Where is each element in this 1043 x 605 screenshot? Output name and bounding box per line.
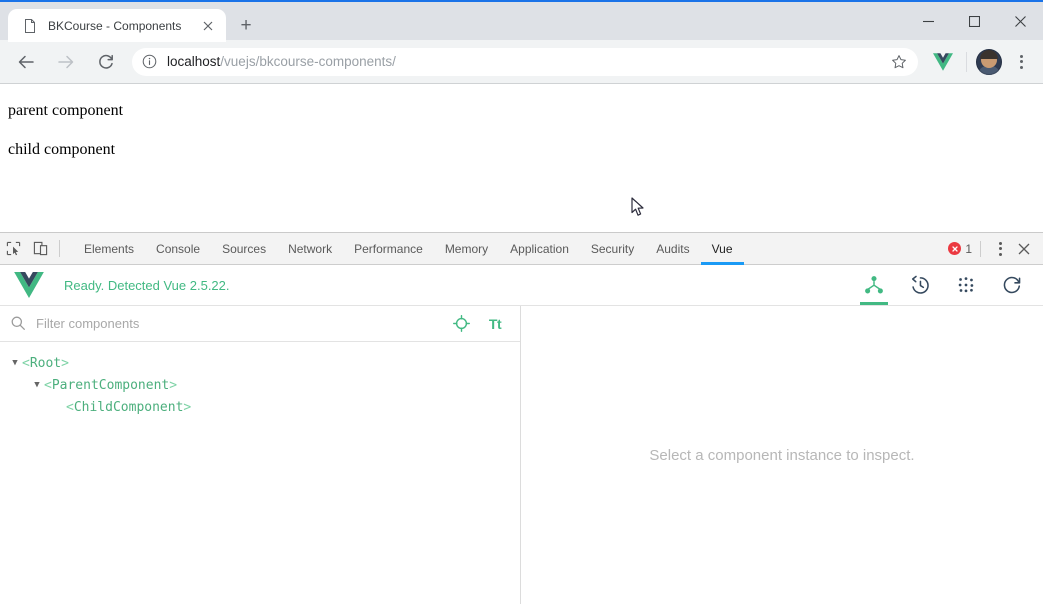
devtools-tabs: Elements Console Sources Network Perform… bbox=[73, 233, 744, 265]
error-badge[interactable]: 1 bbox=[948, 242, 972, 256]
component-tree[interactable]: ▼ <Root> ▼ <ParentComponent> ▼ <ChildCom… bbox=[0, 342, 520, 604]
chevron-down-icon[interactable]: ▼ bbox=[30, 380, 44, 390]
error-count: 1 bbox=[965, 241, 972, 256]
tree-node-root[interactable]: ▼ <Root> bbox=[0, 352, 520, 374]
maximize-icon[interactable] bbox=[951, 2, 997, 40]
device-toolbar-icon[interactable] bbox=[27, 233, 54, 264]
back-arrow-icon[interactable] bbox=[11, 47, 41, 77]
tab-close-icon[interactable] bbox=[198, 16, 218, 36]
tree-node-parentcomponent[interactable]: ▼ <ParentComponent> bbox=[0, 374, 520, 396]
component-inspector-pane: Select a component instance to inspect. bbox=[521, 306, 1043, 604]
vue-body: Tt ▼ <Root> ▼ <ParentComponent> ▼ bbox=[0, 306, 1043, 604]
page-text-parent: parent component bbox=[8, 102, 124, 119]
toolbar-divider bbox=[966, 51, 967, 72]
window-controls bbox=[905, 2, 1043, 40]
page-icon bbox=[22, 18, 38, 34]
component-tree-pane: Tt ▼ <Root> ▼ <ParentComponent> ▼ bbox=[0, 306, 521, 604]
text-format-icon[interactable]: Tt bbox=[482, 311, 508, 337]
devtools-tab-security[interactable]: Security bbox=[580, 233, 645, 264]
vue-extension-icon[interactable] bbox=[929, 48, 957, 76]
tab-strip: BKCourse - Components + bbox=[0, 2, 260, 42]
devtools-tab-sources[interactable]: Sources bbox=[211, 233, 277, 264]
browser-titlebar: BKCourse - Components + bbox=[0, 0, 1043, 42]
vue-devtools-panel: Ready. Detected Vue 2.5.22. Filter compo… bbox=[0, 265, 1043, 604]
info-circle-icon[interactable] bbox=[142, 54, 158, 70]
component-filter-input[interactable] bbox=[36, 316, 440, 331]
tree-node-label: <Root> bbox=[22, 355, 69, 371]
devtools-tab-audits[interactable]: Audits bbox=[645, 233, 700, 264]
inspector-empty-message: Select a component instance to inspect. bbox=[649, 447, 915, 464]
minimize-icon[interactable] bbox=[905, 2, 951, 40]
events-history-icon[interactable] bbox=[903, 265, 937, 305]
browser-tab[interactable]: BKCourse - Components bbox=[8, 9, 226, 42]
vue-action-bar bbox=[857, 265, 1029, 305]
component-filter-bar: Tt bbox=[0, 306, 520, 342]
star-icon[interactable] bbox=[886, 49, 912, 75]
devtools-tab-elements[interactable]: Elements bbox=[73, 233, 145, 264]
tree-node-label: <ParentComponent> bbox=[44, 377, 178, 393]
devtools-tab-console[interactable]: Console bbox=[145, 233, 211, 264]
browser-window: BKCourse - Components + localhost/vuejs/… bbox=[0, 0, 1043, 605]
inspect-element-icon[interactable] bbox=[0, 233, 27, 264]
browser-toolbar: localhost/vuejs/bkcourse-components/ bbox=[0, 40, 1043, 84]
devtools-close-icon[interactable] bbox=[1011, 243, 1037, 255]
window-close-icon[interactable] bbox=[997, 2, 1043, 40]
url-host: localhost bbox=[167, 54, 221, 69]
tab-title: BKCourse - Components bbox=[48, 18, 182, 33]
chevron-down-icon[interactable]: ▼ bbox=[8, 358, 22, 368]
devtools-right-divider bbox=[980, 240, 981, 257]
page-text-child: child component bbox=[8, 140, 116, 158]
devtools-tab-network[interactable]: Network bbox=[277, 233, 343, 264]
target-select-icon[interactable] bbox=[448, 311, 474, 337]
devtools-menu-icon[interactable] bbox=[989, 241, 1011, 256]
search-icon bbox=[10, 315, 27, 332]
devtools-tab-vue[interactable]: Vue bbox=[700, 233, 744, 265]
vue-logo bbox=[14, 272, 44, 298]
tree-node-childcomponent[interactable]: ▼ <ChildComponent> bbox=[0, 396, 520, 418]
devtools-tabbar-right: 1 bbox=[948, 233, 1043, 264]
devtools-tab-performance[interactable]: Performance bbox=[343, 233, 434, 264]
components-tab-icon[interactable] bbox=[857, 265, 891, 305]
vue-header: Ready. Detected Vue 2.5.22. bbox=[0, 265, 1043, 306]
mouse-pointer bbox=[631, 197, 645, 222]
forward-arrow-icon[interactable] bbox=[51, 47, 81, 77]
address-bar[interactable]: localhost/vuejs/bkcourse-components/ bbox=[132, 47, 918, 76]
devtools-toolbar-divider bbox=[59, 240, 60, 257]
url-text: localhost/vuejs/bkcourse-components/ bbox=[167, 54, 886, 69]
devtools-panel: Elements Console Sources Network Perform… bbox=[0, 232, 1043, 604]
vue-status-text: Ready. Detected Vue 2.5.22. bbox=[64, 277, 230, 293]
devtools-tab-memory[interactable]: Memory bbox=[434, 233, 499, 264]
url-path: /vuejs/bkcourse-components/ bbox=[220, 54, 396, 69]
refresh-icon[interactable] bbox=[995, 265, 1029, 305]
vuex-dots-icon[interactable] bbox=[949, 265, 983, 305]
profile-avatar[interactable] bbox=[976, 48, 1002, 75]
reload-icon[interactable] bbox=[91, 47, 121, 77]
page-viewport: parent component child component bbox=[0, 84, 1043, 232]
devtools-tab-application[interactable]: Application bbox=[499, 233, 580, 264]
devtools-tabbar: Elements Console Sources Network Perform… bbox=[0, 233, 1043, 265]
error-circle-icon bbox=[948, 242, 962, 255]
tree-node-label: <ChildComponent> bbox=[66, 399, 192, 415]
new-tab-button[interactable]: + bbox=[232, 11, 260, 39]
browser-menu-icon[interactable] bbox=[1007, 48, 1035, 76]
